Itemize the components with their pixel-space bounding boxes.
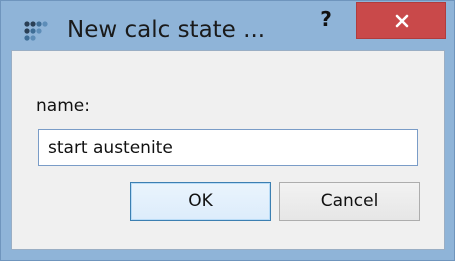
close-icon bbox=[395, 14, 409, 28]
cancel-button[interactable]: Cancel bbox=[279, 182, 420, 221]
name-label: name: bbox=[36, 96, 90, 116]
help-button[interactable]: ? bbox=[313, 3, 339, 35]
window-title: New calc state ... bbox=[67, 17, 266, 43]
dialog-window: New calc state ... ? name: OK Cancel bbox=[0, 0, 455, 261]
name-input[interactable] bbox=[38, 129, 418, 166]
matrix-dots-icon bbox=[24, 21, 48, 41]
ok-button[interactable]: OK bbox=[130, 182, 271, 221]
title-bar[interactable]: New calc state ... ? bbox=[1, 1, 454, 49]
close-button[interactable] bbox=[356, 2, 446, 39]
